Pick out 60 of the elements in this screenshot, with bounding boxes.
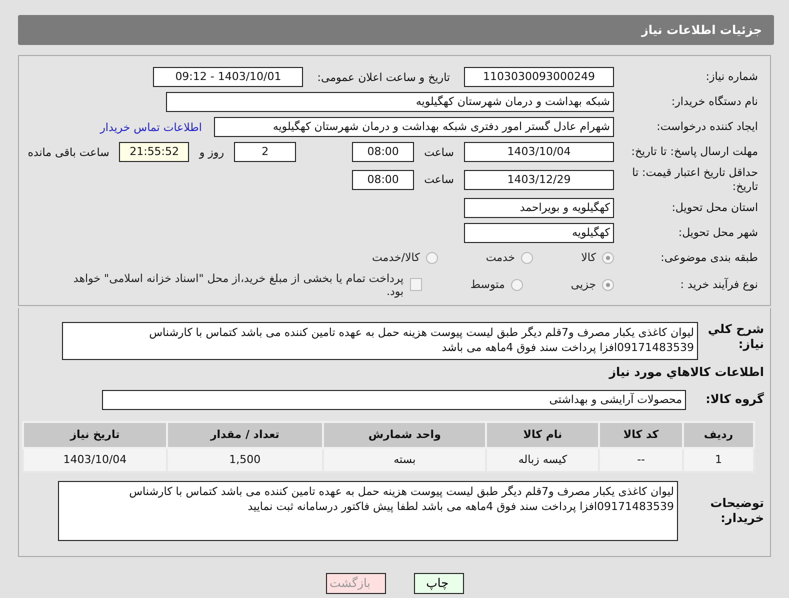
notes-textarea[interactable]: لیوان کاغذی یکبار مصرف و7قلم دیگر طبق لیست پیوست هزینه حمل به عهده تامین کننده می باشد کتماس با کارشناس 09171483539افزا پرداخت سند فوق 4ماهه می باشد لطفا پیش فاکتور درسامانه ثبت نمایید [58,480,678,540]
days-field: 2 [234,142,296,162]
goods-group-field: محصولات آرایشی و بهداشتی [102,390,686,410]
radio-button[interactable] [602,252,614,264]
field-label: استان محل تحویل: [670,200,758,214]
option-label: خدمت [486,251,516,264]
table-cell: 1403/10/04 [23,448,167,472]
print-button[interactable]: چاپ [414,572,464,594]
table-cell: -- [599,448,684,472]
column-header: واحد شمارش [322,422,486,448]
option-label: جزیی [570,278,596,291]
table-cell: 1,500 [166,448,323,472]
field-label: گروه کالا: [704,392,765,407]
option-label: متوسط [470,278,505,291]
field-label: ایجاد کننده درخواست: [656,120,758,134]
remaining-time-field: 21:55:52 [119,142,190,162]
city-field: کهگیلویه [464,222,614,242]
radio-button[interactable] [426,252,438,264]
deadline-date-field: 1403/10/04 [464,142,614,162]
time-label: ساعت [424,146,454,158]
column-header: کد کالا [599,422,684,448]
creator-field: شهرام عادل گستر امور دفتری شبکه بهداشت و درمان شهرستان کهگیلویه [214,117,614,137]
buyer-field: شبکه بهداشت و درمان شهرستان کهگیلویه [166,92,614,112]
validity-date-field: 1403/12/29 [464,170,614,190]
table-cell: 1 [683,448,754,472]
time-label: ساعت [424,173,454,186]
column-header: تعداد / مقدار [166,422,323,448]
remaining-label: ساعت باقی مانده [28,146,110,158]
description-textarea[interactable]: لیوان کاغذی یکبار مصرف و7قلم دیگر طبق لیست پیوست هزینه حمل به عهده تامین کننده می باشد کتماس با کارشناس 09171483539افزا پرداخت سند فوق 4ماهه می باشد [62,322,698,360]
checkbox[interactable] [410,278,422,291]
section-title: اطلاعات كالاهاي مورد نياز [608,364,765,381]
need-number-field: 1103030093000249 [464,67,614,87]
deadline-time-field: 08:00 [352,142,414,162]
buyer-contact-link[interactable]: اطلاعات تماس خریدار [100,120,202,134]
option-label: کالا/خدمت [372,251,420,264]
option-label: کالا [581,251,596,264]
field-label: شماره نیاز: [704,70,758,84]
radio-button[interactable] [510,278,523,290]
radio-button[interactable] [521,252,534,264]
field-label: شرح کلي نياز: [706,322,765,352]
field-label: توضیحات خریدار: [709,496,765,526]
option-label: پرداخت تمام یا بخشی از مبلغ خرید،از محل "اسناد خزانه اسلامی" خواهد بود. [72,272,404,298]
table-cell: بسته [322,448,486,472]
days-label: روز و [199,146,224,158]
column-header: نام کالا [486,422,600,448]
field-label: تاریخ و ساعت اعلان عمومی: [317,70,450,84]
field-label: مهلت ارسال پاسخ: تا تاریخ: [630,145,758,159]
province-field: کهگیلویه و بویراحمد [464,198,614,218]
field-label: طبقه بندی موضوعی: [660,250,758,264]
field-label: نام دستگاه خریدار: [670,95,758,109]
validity-time-field: 08:00 [352,170,414,190]
table-cell: کیسه زباله [486,448,600,472]
field-label: شهر محل تحویل: [677,226,758,240]
field-label: حداقل تاریخ اعتبار قیمت: تا تاریخ: [631,166,758,194]
column-header: تاریخ نیاز [23,422,167,448]
column-header: ردیف [683,422,754,448]
radio-button[interactable] [602,278,614,290]
field-label: نوع فرآیند خرید : [679,278,758,292]
page-title: جزئیات اطلاعات نیاز [641,23,762,37]
announce-date-field: 1403/10/01 - 09:12 [153,67,304,87]
